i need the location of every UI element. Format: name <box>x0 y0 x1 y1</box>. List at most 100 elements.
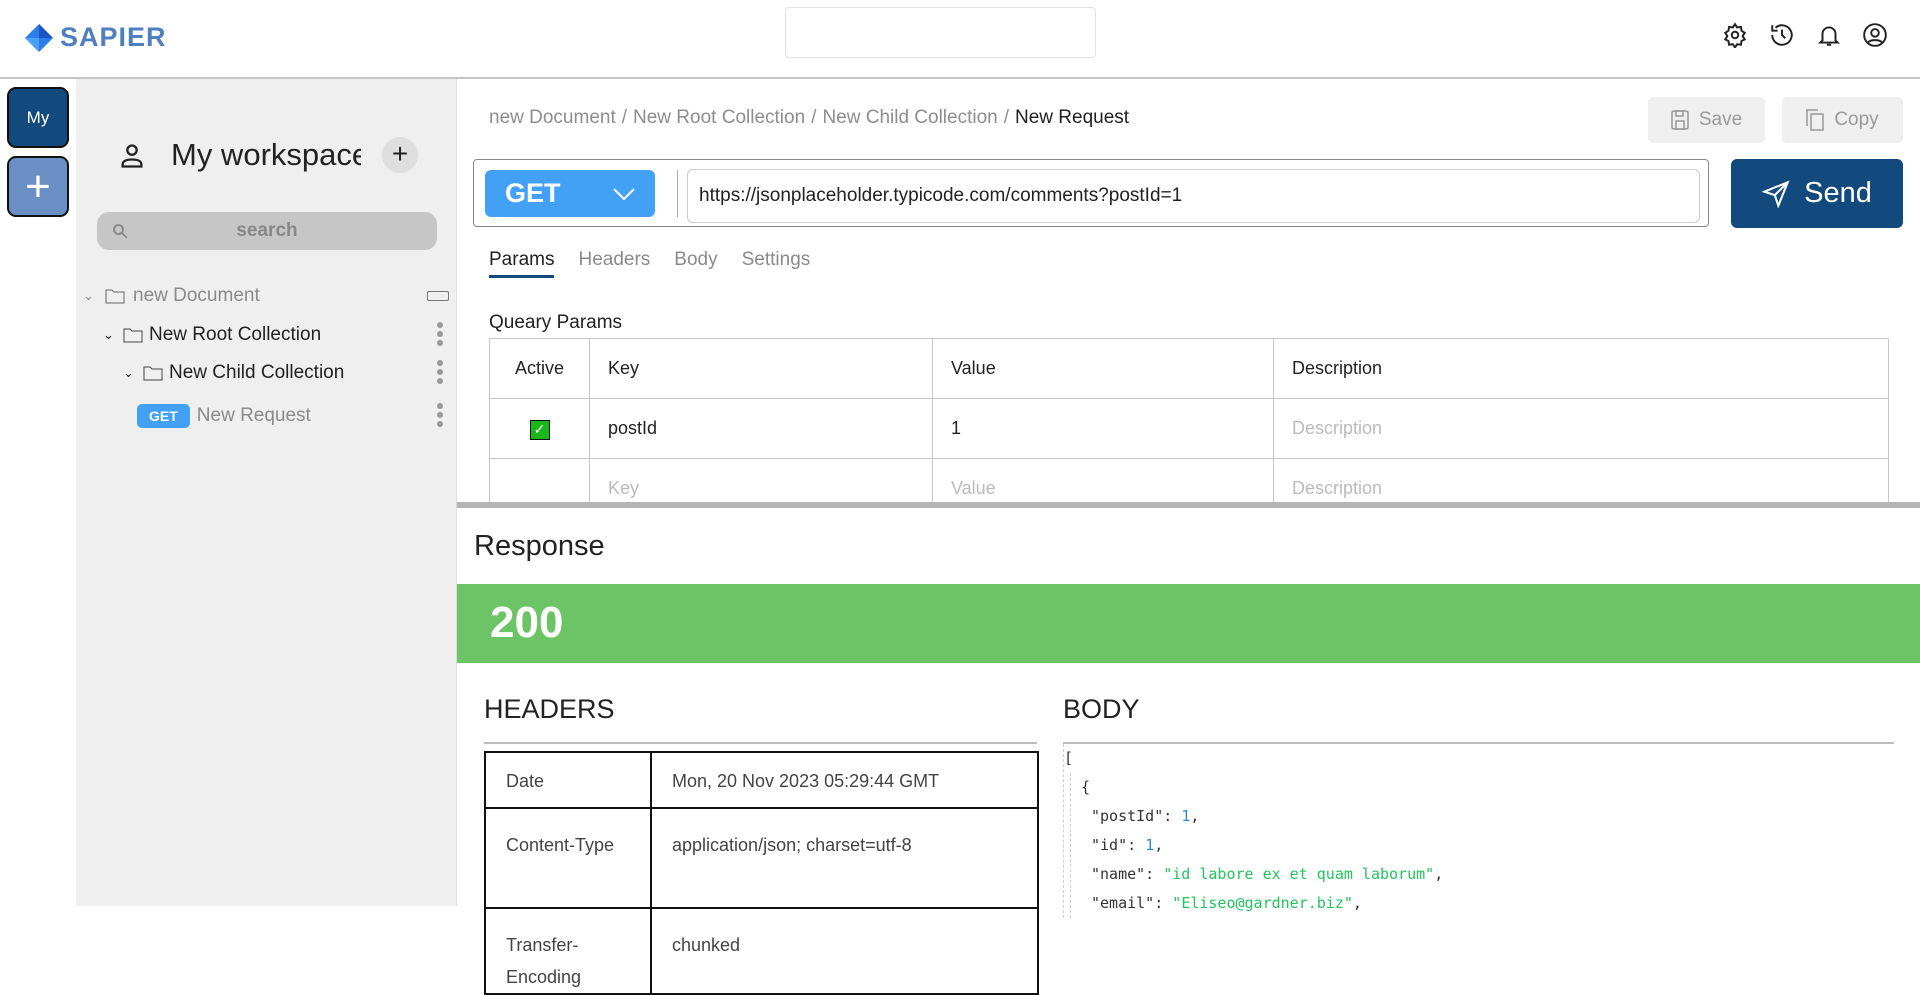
params-table-wrap: Active Key Value Description ✓ postId 1 … <box>489 338 1889 502</box>
send-button[interactable]: Send <box>1731 159 1903 228</box>
panel-resize-handle[interactable] <box>457 502 1920 508</box>
breadcrumb-item[interactable]: New Child Collection <box>822 107 997 129</box>
breadcrumb-separator: / <box>621 107 628 128</box>
header-key: Content-Type <box>484 807 652 909</box>
header-value: application/json; charset=utf-8 <box>650 807 1039 909</box>
params-table: Active Key Value Description ✓ postId 1 … <box>489 338 1889 502</box>
value-input[interactable]: 1 <box>932 398 1274 459</box>
header-value: chunked <box>650 907 1039 995</box>
chevron-down-icon: ⌄ <box>103 327 114 342</box>
send-label: Send <box>1804 177 1872 209</box>
save-button[interactable]: Save <box>1648 97 1765 143</box>
column-header: Description <box>1273 338 1889 399</box>
key-input[interactable]: Key <box>589 458 933 502</box>
status-code: 200 <box>490 598 564 647</box>
tab-body[interactable]: Body <box>674 249 717 278</box>
breadcrumb-item[interactable]: New Root Collection <box>633 107 805 129</box>
history-icon[interactable] <box>1769 22 1795 48</box>
table-header-row: Active Key Value Description <box>489 338 1889 399</box>
bell-icon[interactable] <box>1816 22 1842 48</box>
description-input[interactable]: Description <box>1273 398 1889 459</box>
url-input[interactable]: https://jsonplaceholder.typicode.com/com… <box>687 169 1700 223</box>
json-line: "name": "id labore ex et quam laborum", <box>1091 865 1444 883</box>
workspace-title: My workspace <box>171 137 361 172</box>
tab-settings[interactable]: Settings <box>742 249 811 278</box>
active-cell: ✓ <box>489 398 590 459</box>
table-row: Key Value Description <box>489 458 1889 502</box>
params-title: Queary Params <box>489 312 623 333</box>
search-placeholder: search <box>236 220 298 241</box>
save-label: Save <box>1698 109 1743 130</box>
key-input[interactable]: postId <box>589 398 933 459</box>
method-value: GET <box>505 178 561 208</box>
copy-button[interactable]: Copy <box>1782 97 1903 143</box>
divider <box>677 170 678 217</box>
table-row: Content-Type application/json; charset=ut… <box>484 807 1039 909</box>
chevron-down-icon: ⌄ <box>83 288 94 303</box>
tree-item-root-collection[interactable]: ⌄ New Root Collection <box>103 321 457 349</box>
json-line: "postId": 1, <box>1091 807 1200 825</box>
json-object: {"postId": 1, "id": 1, "name": "id labore … <box>1070 773 1443 918</box>
global-search-input[interactable] <box>785 7 1096 58</box>
table-row: Transfer-Encoding chunked <box>484 907 1039 995</box>
logo[interactable]: SAPIER <box>24 22 167 53</box>
breadcrumb-separator: / <box>811 107 817 128</box>
table-row: ✓ postId 1 Description <box>489 398 1889 459</box>
breadcrumb-separator: / <box>1003 107 1010 128</box>
table-row: Date Mon, 20 Nov 2023 05:29:44 GMT <box>484 751 1039 809</box>
search-icon <box>113 224 128 239</box>
tab-headers[interactable]: Headers <box>578 249 650 278</box>
folder-icon <box>123 328 143 343</box>
request-tabs: Params Headers Body Settings <box>489 249 810 278</box>
more-options-icon[interactable] <box>437 400 443 430</box>
collapse-icon[interactable] <box>427 291 449 301</box>
copy-icon <box>1806 109 1825 131</box>
tree-item-label: New Root Collection <box>149 324 322 345</box>
folder-icon <box>105 289 125 304</box>
status-bar: 200 <box>457 584 1920 663</box>
settings-icon[interactable] <box>1722 22 1748 48</box>
more-options-icon[interactable] <box>437 319 443 349</box>
logo-text: SAPIER <box>60 22 167 52</box>
headers-table-wrap: Date Mon, 20 Nov 2023 05:29:44 GMT Conten… <box>484 751 1039 995</box>
response-title: Response <box>474 530 605 562</box>
method-badge: GET <box>137 404 190 428</box>
column-header: Key <box>589 338 933 399</box>
sidebar: My workspace + search ⌄ new Document ⌄ N… <box>76 79 457 906</box>
logo-icon <box>25 23 53 52</box>
breadcrumb-item[interactable]: new Document <box>489 107 616 129</box>
account-icon[interactable] <box>1862 22 1888 48</box>
divider <box>484 742 1037 744</box>
workspace-rail: My + <box>0 79 76 906</box>
tree-item-child-collection[interactable]: ⌄ New Child Collection <box>123 359 457 387</box>
copy-label: Copy <box>1834 109 1879 130</box>
headers-title: HEADERS <box>484 694 615 724</box>
user-icon <box>121 144 143 168</box>
tree-item-label: New Child Collection <box>169 362 345 383</box>
more-options-icon[interactable] <box>437 357 443 387</box>
tree-item-label: New Request <box>196 405 311 426</box>
tab-params[interactable]: Params <box>489 249 555 278</box>
json-line: [ <box>1064 749 1074 767</box>
value-input[interactable]: Value <box>932 458 1274 502</box>
json-viewer[interactable]: [ {"postId": 1, "id": 1, "name": "id labore… <box>1063 744 1443 918</box>
column-header: Active <box>489 338 590 399</box>
header-key: Transfer-Encoding <box>484 907 652 995</box>
headers-table: Date Mon, 20 Nov 2023 05:29:44 GMT Conten… <box>484 751 1039 995</box>
breadcrumb: new Document / New Root Collection / New C… <box>489 107 1129 129</box>
active-cell <box>489 458 590 502</box>
folder-icon <box>143 366 163 381</box>
add-collection-button[interactable]: + <box>382 137 418 173</box>
breadcrumb-current: New Request <box>1015 107 1130 128</box>
tree-item-request[interactable]: GET New Request <box>137 402 457 430</box>
description-input[interactable]: Description <box>1273 458 1889 502</box>
active-checkbox[interactable]: ✓ <box>529 419 550 440</box>
sidebar-search-input[interactable]: search <box>97 212 437 250</box>
method-select[interactable]: GET <box>485 170 655 217</box>
header-key: Date <box>484 751 652 809</box>
tree-item-document[interactable]: ⌄ new Document <box>83 283 457 309</box>
add-workspace-button[interactable]: + <box>7 156 69 217</box>
workspace-tile-my[interactable]: My <box>7 87 69 148</box>
json-line: "email": "Eliseo@gardner.biz", <box>1091 894 1362 912</box>
column-header: Value <box>932 338 1274 399</box>
